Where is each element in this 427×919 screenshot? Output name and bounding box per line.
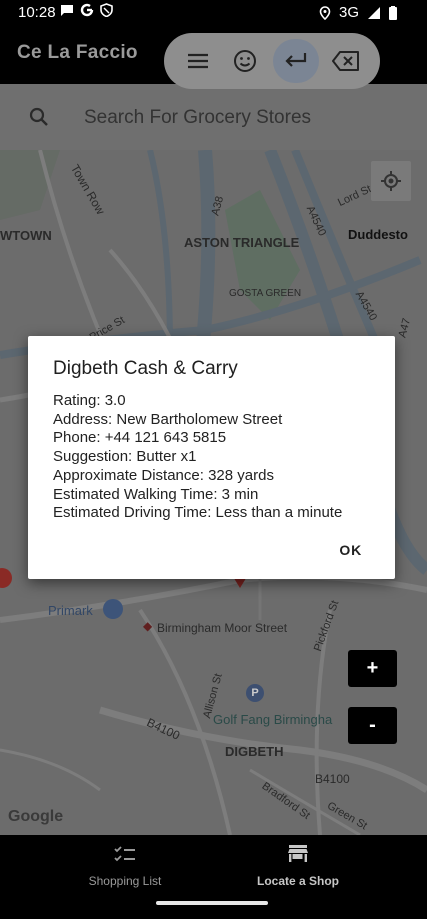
network-type: 3G xyxy=(338,4,359,21)
dialog-walking-time: Estimated Walking Time: 3 min xyxy=(53,485,259,503)
map-label-b4100-b: B4100 xyxy=(315,772,350,786)
chat-notification-icon xyxy=(61,5,73,16)
dialog-body: Rating: 3.0 Address: New Bartholomew Str… xyxy=(53,392,342,523)
return-arrow-icon xyxy=(285,53,306,67)
checklist-icon xyxy=(114,846,135,862)
status-time: 10:28 xyxy=(18,4,56,21)
map-label-primark: Primark xyxy=(48,603,93,618)
backspace-icon xyxy=(332,51,360,71)
search-input[interactable] xyxy=(84,104,404,132)
shopping-bag-icon xyxy=(103,599,123,619)
map-label-golf-fang: Golf Fang Birmingha xyxy=(213,712,333,727)
emoji-button[interactable] xyxy=(225,41,265,81)
emoji-icon xyxy=(234,50,257,72)
backspace-button[interactable] xyxy=(326,41,366,81)
search-bar xyxy=(0,84,427,150)
status-bar: 10:28 3G xyxy=(0,0,427,26)
store-icon xyxy=(288,845,308,862)
map-label-duddeston: Duddesto xyxy=(348,227,408,242)
map-label-moor-street: Birmingham Moor Street xyxy=(157,621,288,635)
bottom-navigation: Shopping List Locate a Shop xyxy=(0,835,427,919)
store-info-dialog: Digbeth Cash & Carry Rating: 3.0 Address… xyxy=(28,336,395,579)
map-label-gosta-green: GOSTA GREEN xyxy=(229,288,302,299)
menu-button[interactable] xyxy=(178,41,218,81)
map-label-digbeth: DIGBETH xyxy=(225,744,284,759)
dialog-driving-time: Estimated Driving Time: Less than a minu… xyxy=(53,504,343,522)
zoom-in-button[interactable]: + xyxy=(348,650,397,687)
home-indicator[interactable] xyxy=(156,901,268,905)
ok-button[interactable]: OK xyxy=(339,542,362,558)
dialog-distance: Approximate Distance: 328 yards xyxy=(53,466,274,484)
app-screen: 10:28 3G Ce La Faccio Search For Grocery… xyxy=(0,0,427,919)
nav-shopping-list[interactable]: Shopping List xyxy=(35,845,215,888)
location-pin-icon xyxy=(319,5,331,20)
map-label-twtown: WTOWN xyxy=(0,228,52,243)
crosshair-icon xyxy=(381,171,401,191)
nav-locate-shop-label: Locate a Shop xyxy=(256,874,339,888)
train-icon: ◆ xyxy=(143,619,153,633)
shield-icon xyxy=(100,3,113,17)
google-logo: Google xyxy=(8,808,64,825)
dialog-address: Address: New Bartholomew Street xyxy=(53,410,283,428)
app-title: Ce La Faccio xyxy=(17,42,138,63)
nav-shopping-list-label: Shopping List xyxy=(88,874,162,888)
parking-icon: P xyxy=(246,684,264,702)
dialog-phone: Phone: +44 121 643 5815 xyxy=(53,429,227,447)
battery-icon xyxy=(389,5,397,20)
status-system-icons: 3G xyxy=(319,4,397,21)
google-icon xyxy=(80,3,94,17)
signal-icon xyxy=(368,6,380,19)
enter-button[interactable] xyxy=(272,39,319,83)
menu-icon xyxy=(187,53,208,69)
my-location-button[interactable] xyxy=(371,161,411,201)
dialog-title: Digbeth Cash & Carry xyxy=(53,358,238,379)
search-icon[interactable] xyxy=(28,106,50,128)
dialog-rating: Rating: 3.0 xyxy=(53,392,126,409)
status-notification-icons xyxy=(60,3,113,17)
map-label-aston-triangle: ASTON TRIANGLE xyxy=(184,235,300,250)
zoom-out-button[interactable]: - xyxy=(348,707,397,744)
keyboard-toolbar xyxy=(164,33,380,89)
nav-locate-shop[interactable]: Locate a Shop xyxy=(208,845,388,888)
dialog-suggestion: Suggestion: Butter x1 xyxy=(53,448,197,466)
